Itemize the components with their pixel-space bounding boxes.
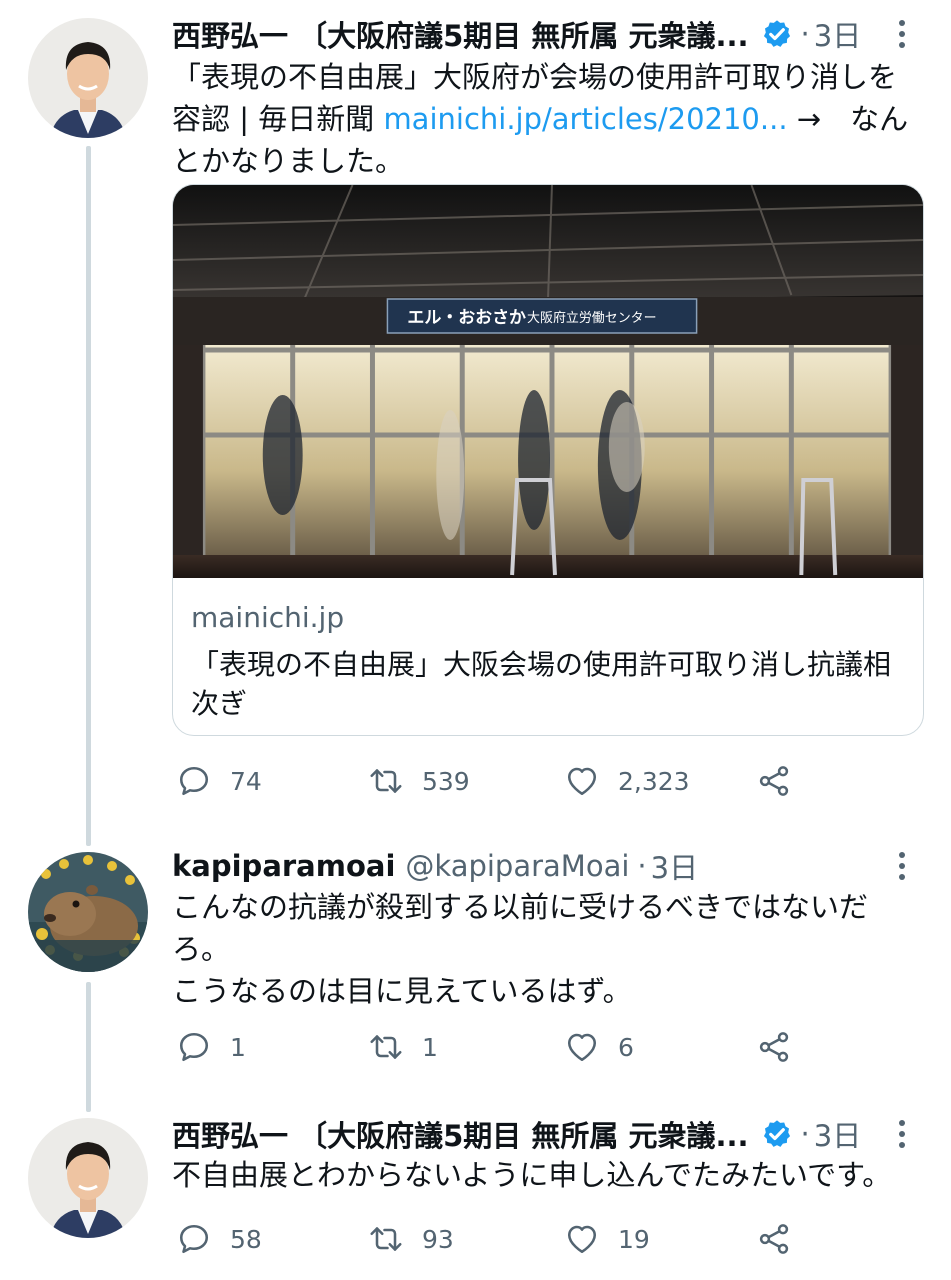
tweet-actions: 1 1 6 (172, 1022, 812, 1072)
retweet-icon (370, 769, 402, 793)
card-domain: mainichi.jp (191, 601, 345, 634)
reply-button[interactable]: 74 (176, 756, 262, 806)
reply-count: 74 (230, 766, 262, 796)
retweet-button[interactable]: 1 (368, 1022, 438, 1072)
retweet-count: 93 (422, 1224, 454, 1254)
svg-text:大阪府立労働センター: 大阪府立労働センター (527, 311, 657, 326)
retweet-icon (370, 1227, 402, 1251)
heart-icon (567, 1033, 597, 1062)
tweet-header: kapiparamoai @kapiparaMoai · 3日 (172, 842, 923, 890)
retweet-icon (370, 1035, 402, 1059)
tweet-header: 西野弘一 〔大阪府議5期目 無所属 元衆議... · 3日 (172, 1110, 923, 1158)
display-name[interactable]: kapiparamoai (172, 849, 395, 883)
reply-icon (179, 766, 209, 796)
user-handle[interactable]: @kapiparaMoai (405, 849, 629, 883)
reply-button[interactable]: 58 (176, 1214, 262, 1264)
reply-count: 58 (230, 1224, 262, 1254)
display-name[interactable]: 西野弘一 〔大阪府議5期目 無所属 元衆議... (172, 13, 749, 55)
retweet-button[interactable]: 93 (368, 1214, 454, 1264)
retweet-button[interactable]: 539 (368, 756, 470, 806)
tweet-text: 「表現の不自由展」大阪府が会場の使用許可取り消しを容認 | 毎日新聞 maini… (172, 60, 909, 178)
like-count: 6 (618, 1032, 634, 1062)
tweet-text: こんなの抗議が殺到する以前に受けるべきではないだろ。 こうなるのは目に見えている… (172, 890, 869, 1008)
avatar[interactable] (28, 852, 148, 972)
like-count: 2,323 (618, 766, 690, 796)
share-button[interactable] (756, 756, 792, 806)
like-count: 19 (618, 1224, 650, 1254)
card-title: 「表現の不自由展」大阪会場の使用許可取り消し抗議相次ぎ (191, 648, 892, 720)
heart-icon (567, 767, 597, 796)
more-vertical-icon[interactable] (887, 14, 917, 54)
thread-connector (86, 982, 91, 1112)
like-button[interactable]: 19 (564, 1214, 650, 1264)
retweet-count: 539 (422, 766, 470, 796)
article-link[interactable]: mainichi.jp/articles/20210... (383, 102, 787, 136)
more-vertical-icon[interactable] (887, 1114, 917, 1154)
like-button[interactable]: 6 (564, 1022, 634, 1072)
reply-icon (179, 1224, 209, 1254)
tweet-header: 西野弘一 〔大阪府議5期目 無所属 元衆議... · 3日 (172, 10, 923, 58)
card-image: エル・おおさか 大阪府立労働センター (173, 185, 923, 578)
more-vertical-icon[interactable] (887, 846, 917, 886)
building-sign: エル・おおさか (407, 308, 526, 328)
heart-icon (567, 1225, 597, 1254)
verified-badge-icon (763, 20, 790, 47)
share-button[interactable] (756, 1022, 792, 1072)
retweet-count: 1 (422, 1032, 438, 1062)
avatar[interactable] (28, 1118, 148, 1238)
verified-badge-icon (763, 1120, 790, 1147)
avatar[interactable] (28, 18, 148, 138)
share-icon (759, 1224, 789, 1254)
reply-icon (179, 1032, 209, 1062)
reply-count: 1 (230, 1032, 246, 1062)
reply-button[interactable]: 1 (176, 1022, 246, 1072)
share-icon (759, 766, 789, 796)
share-button[interactable] (756, 1214, 792, 1264)
share-icon (759, 1032, 789, 1062)
display-name[interactable]: 西野弘一 〔大阪府議5期目 無所属 元衆議... (172, 1113, 749, 1155)
like-button[interactable]: 2,323 (564, 756, 690, 806)
tweet-timestamp[interactable]: 3日 (814, 1113, 861, 1155)
link-preview-card[interactable]: エル・おおさか 大阪府立労働センター mainichi.jp 「表現の不自由展」… (172, 184, 924, 736)
tweet-text: 不自由展とわからないように申し込んでたみたいです。 (172, 1158, 892, 1192)
tweet-timestamp[interactable]: 3日 (651, 845, 698, 887)
tweet-actions: 74 539 2,323 (172, 756, 812, 806)
tweet-timestamp[interactable]: 3日 (814, 13, 861, 55)
tweet-actions: 58 93 19 (172, 1214, 812, 1264)
thread-connector (86, 146, 91, 846)
